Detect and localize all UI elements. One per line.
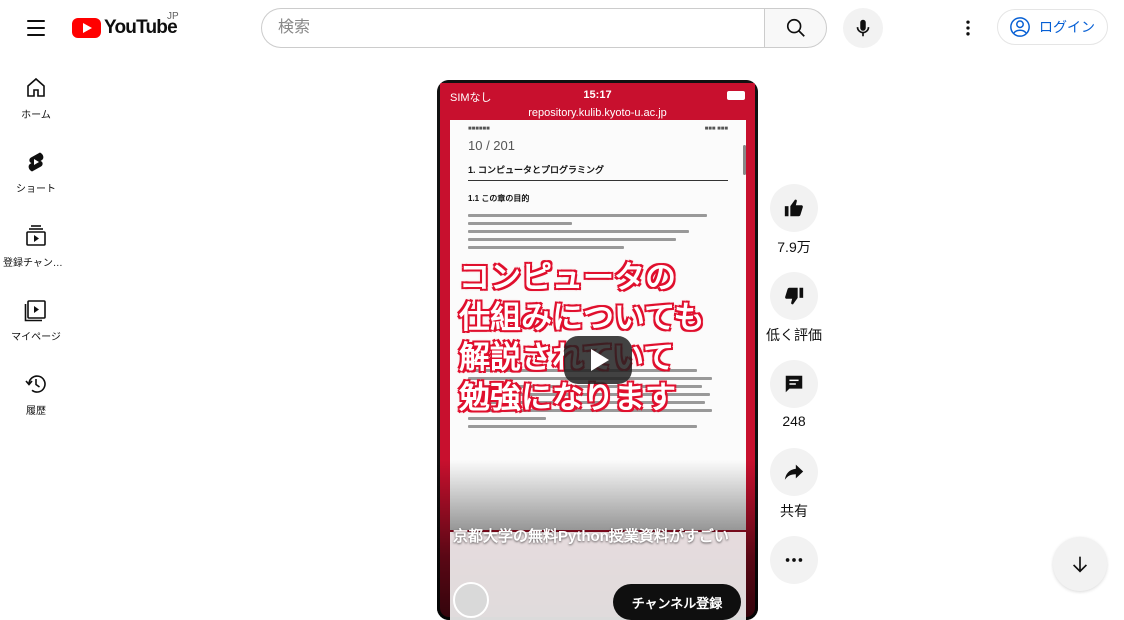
share-label: 共有 [780,503,808,519]
doc-text-line [468,222,572,225]
doc-text-line [468,246,624,249]
sidebar-item-label: 履歴 [26,406,46,417]
shorts-player[interactable]: SIMなし 15:17 repository.kulib.kyoto-u.ac.… [437,80,758,620]
play-button[interactable] [564,336,632,384]
doc-text-line [468,214,708,217]
like-button[interactable] [770,184,818,232]
sidebar-item-shorts[interactable]: ショート [0,130,72,204]
doc-text-line [468,425,697,428]
youtube-play-icon [72,18,101,38]
battery-icon [727,91,745,100]
login-label: ログイン [1039,19,1095,35]
sidebar-item-label: マイページ [11,332,61,343]
logo-text: YouTube [104,17,178,38]
sidebar-item-history[interactable]: 履歴 [0,352,72,426]
dislike-action: 低く評価 [766,272,822,345]
sidebar-item-label: ショート [16,184,56,195]
menu-line [27,20,45,22]
doc-header-line: ■■■ ■■■ [704,126,728,132]
comment-action: 248 [766,360,822,429]
thumbs-up-icon [784,199,803,217]
login-button[interactable]: ログイン [997,9,1108,45]
sidebar-item-subscriptions[interactable]: 登録チャンネル [0,204,72,278]
shorts-icon [28,152,44,172]
video-title[interactable]: 京都大学の無料Python授業資料がすごい [453,527,743,547]
sidebar-item-label: ホーム [21,110,51,121]
sidebar-item-label: 登録チャンネル [3,258,69,269]
share-action: 共有 [766,448,822,521]
doc-text-line [468,238,676,241]
subscriptions-icon [26,225,46,246]
share-button[interactable] [770,448,818,496]
subscribe-button[interactable]: チャンネル登録 [613,584,741,620]
search-button[interactable] [764,8,827,48]
search-icon [786,18,805,37]
microphone-icon [856,19,870,37]
like-action: 7.9万 [766,184,822,257]
settings-more-button[interactable] [952,12,984,44]
more-action [766,536,822,584]
comment-count: 248 [782,413,806,429]
mini-guide: ホーム ショート 登録チャンネル マイページ 履歴 [0,56,72,426]
comments-button[interactable] [770,360,818,408]
share-icon [784,464,804,480]
menu-line [27,34,45,36]
masthead: YouTube JP ログイン [0,0,1124,56]
doc-subheading: 1.1 この章の目的 [468,194,530,203]
doc-scrollbar [743,145,746,175]
sidebar-item-you[interactable]: マイページ [0,278,72,352]
page-counter: 10 / 201 [468,138,515,153]
doc-heading: 1. コンピュータとプログラミング [468,163,728,181]
voice-search-button[interactable] [843,8,883,48]
doc-header: ■■■■■■ ■■■ ■■■ [468,126,728,132]
phone-time-text: 15:17 [583,89,612,101]
more-horizontal-icon [785,558,803,562]
you-icon [24,300,46,322]
arrow-down-icon [1072,556,1088,573]
search-box [261,8,827,48]
thumbs-down-icon [785,287,804,305]
more-vertical-icon [966,20,970,36]
history-icon [25,375,46,393]
channel-avatar[interactable] [453,582,489,618]
search-input[interactable] [261,8,764,48]
next-video-button[interactable] [1053,537,1107,591]
guide-menu-button[interactable] [20,12,52,44]
more-actions-button[interactable] [770,536,818,584]
dislike-label: 低く評価 [766,327,822,343]
like-count: 7.9万 [777,239,811,255]
home-icon [27,77,45,97]
account-icon [1010,17,1030,37]
doc-header-line: ■■■■■■ [468,126,490,132]
doc-text-line [468,230,689,233]
comment-icon [785,375,803,393]
youtube-logo[interactable]: YouTube [72,15,178,41]
logo-region-code: JP [167,11,179,22]
menu-line [27,27,45,29]
dislike-button[interactable] [770,272,818,320]
sidebar-item-home[interactable]: ホーム [0,56,72,130]
